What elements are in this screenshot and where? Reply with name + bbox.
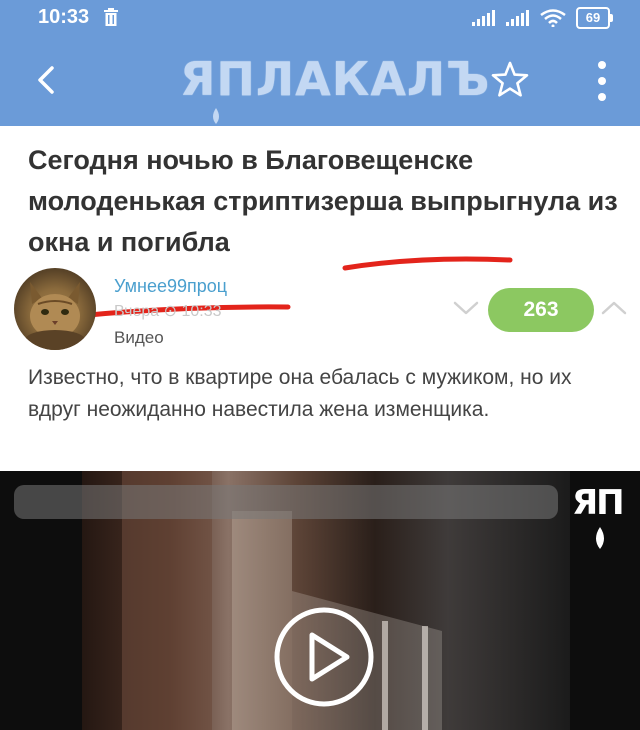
video-progress-bar[interactable] (14, 485, 558, 519)
wifi-icon (540, 9, 566, 27)
author-link[interactable]: Умнее99проц (114, 276, 227, 297)
avatar[interactable] (14, 268, 96, 350)
cat-avatar-icon (25, 282, 85, 350)
site-logo[interactable]: ЯПЛАКАЛЪ (180, 54, 489, 124)
more-options-button[interactable] (592, 60, 612, 102)
drop-icon (213, 108, 219, 124)
status-time: 10:33 (38, 6, 90, 28)
battery-indicator: 69 (576, 7, 613, 29)
trash-icon (104, 8, 118, 26)
video-watermark: ЯП (572, 483, 636, 555)
post-title[interactable]: Сегодня ночью в Благовещенске молоденька… (28, 140, 618, 263)
vote-down-chevron-icon[interactable] (452, 298, 480, 318)
play-button[interactable] (272, 605, 376, 709)
back-button[interactable] (30, 64, 62, 96)
status-bar: 10:33 69 (0, 0, 640, 34)
signal-icon (472, 10, 495, 26)
app-bar: ЯПЛАКАЛЪ (0, 34, 640, 126)
watermark-text: ЯП (572, 483, 625, 523)
signal-icon (506, 10, 529, 26)
video-player[interactable]: ЯП (0, 471, 640, 730)
logo-text: ЯПЛАКАЛЪ (180, 52, 491, 106)
rating-badge: 263 (488, 288, 594, 332)
drop-icon (596, 527, 604, 549)
favorite-star-button[interactable] (490, 60, 530, 100)
post-body: Известно, что в квартире она ебалась с м… (28, 366, 572, 421)
vote-up-chevron-icon[interactable] (600, 298, 628, 318)
post-type-label: Видео (114, 328, 164, 347)
post-timestamp: Вчера ⊙ 10:33 (114, 303, 222, 320)
